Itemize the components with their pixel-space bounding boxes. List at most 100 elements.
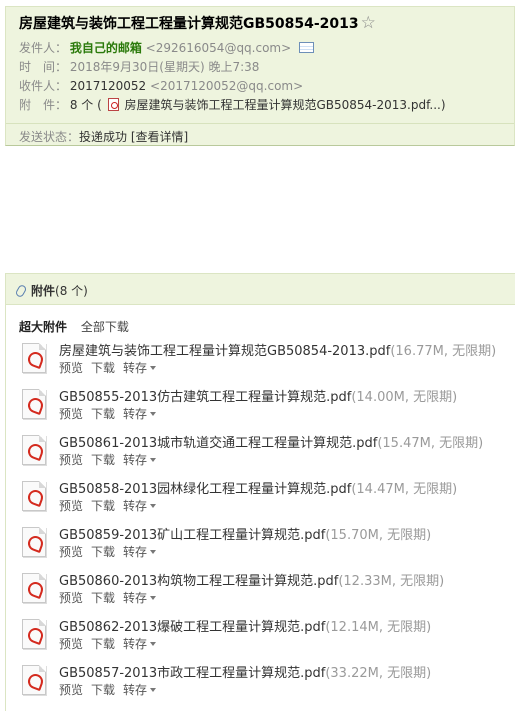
- caret-down-icon: [150, 458, 157, 462]
- attachment-label: 附 件：: [19, 98, 68, 112]
- attachment-actions: 预览 下载 转存: [59, 497, 164, 514]
- pdf-file-icon[interactable]: [22, 343, 46, 373]
- save-to-dropdown[interactable]: 转存: [123, 591, 157, 605]
- attachment-item: GB50861-2013城市轨道交通工程工程量计算规范.pdf(15.47M, …: [19, 432, 514, 476]
- preview-link[interactable]: 预览: [59, 407, 83, 421]
- download-all-link[interactable]: 全部下载: [81, 320, 129, 334]
- attachment-actions: 预览 下载 转存: [59, 405, 164, 422]
- mail-header: 房屋建筑与装饰工程工程量计算规范GB50854-2013 ☆ 发件人： 我自己的邮…: [5, 6, 515, 146]
- contact-card-icon[interactable]: [299, 42, 314, 53]
- pdf-file-icon[interactable]: [22, 619, 46, 649]
- attachment-item: GB50862-2013爆破工程工程量计算规范.pdf(12.14M, 无限期)…: [19, 616, 514, 660]
- save-to-dropdown[interactable]: 转存: [123, 361, 157, 375]
- attachment-name-line: GB50855-2013仿古建筑工程工程量计算规范.pdf(14.00M, 无限…: [59, 386, 457, 405]
- preview-link[interactable]: 预览: [59, 453, 83, 467]
- attachment-actions: 预览 下载 转存: [59, 589, 164, 606]
- attachment-filename[interactable]: GB50861-2013城市轨道交通工程工程量计算规范.pdf: [59, 436, 377, 451]
- attachments-header: 附件(8 个): [6, 274, 515, 305]
- attachment-actions: 预览 下载 转存: [59, 635, 164, 652]
- sender-row: 发件人： 我自己的邮箱 <292616054@qq.com>: [19, 39, 314, 56]
- preview-link[interactable]: 预览: [59, 361, 83, 375]
- recipient-name[interactable]: 2017120052: [70, 79, 146, 93]
- caret-down-icon: [150, 412, 157, 416]
- download-link[interactable]: 下载: [91, 407, 115, 421]
- preview-link[interactable]: 预览: [59, 683, 83, 697]
- save-to-label: 转存: [123, 407, 148, 421]
- caret-down-icon: [150, 550, 157, 554]
- paperclip-icon: [14, 283, 28, 299]
- download-link[interactable]: 下载: [91, 545, 115, 559]
- attachment-item: GB50860-2013构筑物工程工程量计算规范.pdf(12.33M, 无限期…: [19, 570, 514, 614]
- attachment-filename[interactable]: 房屋建筑与装饰工程工程量计算规范GB50854-2013.pdf: [59, 344, 390, 359]
- save-to-dropdown[interactable]: 转存: [123, 453, 157, 467]
- attachment-name-line: GB50861-2013城市轨道交通工程工程量计算规范.pdf(15.47M, …: [59, 432, 483, 451]
- pdf-file-icon[interactable]: [22, 435, 46, 465]
- save-to-label: 转存: [123, 545, 148, 559]
- attachment-name-line: 房屋建筑与装饰工程工程量计算规范GB50854-2013.pdf(16.77M,…: [59, 340, 496, 359]
- attachment-filename[interactable]: GB50862-2013爆破工程工程量计算规范.pdf: [59, 620, 325, 635]
- pdf-file-icon[interactable]: [22, 389, 46, 419]
- download-link[interactable]: 下载: [91, 637, 115, 651]
- caret-down-icon: [150, 366, 157, 370]
- pdf-file-icon[interactable]: [22, 527, 46, 557]
- attachment-count: 8 个: [69, 98, 94, 112]
- pdf-icon: [107, 98, 119, 111]
- status-value: 投递成功: [79, 130, 128, 144]
- attachment-name-line: GB50858-2013园林绿化工程工程量计算规范.pdf(14.47M, 无限…: [59, 478, 457, 497]
- save-to-dropdown[interactable]: 转存: [123, 407, 157, 421]
- subject-text: 房屋建筑与装饰工程工程量计算规范GB50854-2013: [19, 16, 359, 32]
- attachment-first-link[interactable]: 房屋建筑与装饰工程工程量计算规范GB50854-2013.pdf...): [124, 98, 445, 112]
- attachment-size-expiry: (14.00M, 无限期): [351, 390, 458, 405]
- attachment-filename[interactable]: GB50857-2013市政工程工程量计算规范.pdf: [59, 666, 325, 681]
- attachment-actions: 预览 下载 转存: [59, 451, 164, 468]
- download-link[interactable]: 下载: [91, 683, 115, 697]
- save-to-dropdown[interactable]: 转存: [123, 545, 157, 559]
- download-link[interactable]: 下载: [91, 361, 115, 375]
- sender-address: <292616054@qq.com>: [145, 41, 292, 55]
- status-label: 发送状态：: [19, 130, 80, 144]
- attachment-row: 附 件： 8 个 ( 房屋建筑与装饰工程工程量计算规范GB50854-2013.…: [19, 96, 446, 113]
- attachment-item: GB50855-2013仿古建筑工程工程量计算规范.pdf(14.00M, 无限…: [19, 386, 514, 430]
- time-row: 时 间： 2018年9月30日(星期天) 晚上7:38: [19, 58, 259, 75]
- attachment-actions: 预览 下载 转存: [59, 543, 164, 560]
- attachment-filename[interactable]: GB50858-2013园林绿化工程工程量计算规范.pdf: [59, 482, 351, 497]
- caret-down-icon: [150, 596, 157, 600]
- pdf-file-icon[interactable]: [22, 665, 46, 695]
- attachment-name-line: GB50859-2013矿山工程工程量计算规范.pdf(15.70M, 无限期): [59, 524, 431, 543]
- preview-link[interactable]: 预览: [59, 499, 83, 513]
- attachment-size-expiry: (16.77M, 无限期): [390, 344, 497, 359]
- attachment-actions: 预览 下载 转存: [59, 359, 164, 376]
- preview-link[interactable]: 预览: [59, 545, 83, 559]
- attachment-open-paren: (: [97, 98, 102, 112]
- caret-down-icon: [150, 642, 157, 646]
- save-to-dropdown[interactable]: 转存: [123, 499, 157, 513]
- time-value: 2018年9月30日(星期天) 晚上7:38: [69, 60, 260, 74]
- delivery-status-bar: 发送状态：投递成功 [查看详情]: [6, 123, 514, 146]
- attachment-filename[interactable]: GB50860-2013构筑物工程工程量计算规范.pdf: [59, 574, 338, 589]
- download-link[interactable]: 下载: [91, 499, 115, 513]
- download-link[interactable]: 下载: [91, 453, 115, 467]
- attachments-panel: 附件(8 个) 超大附件 全部下载 房屋建筑与装饰工程工程量计算规范GB5085…: [5, 273, 515, 711]
- star-icon[interactable]: ☆: [361, 13, 376, 33]
- super-attachments-header: 超大附件 全部下载: [19, 318, 129, 335]
- mail-subject: 房屋建筑与装饰工程工程量计算规范GB50854-2013 ☆: [19, 13, 376, 33]
- preview-link[interactable]: 预览: [59, 591, 83, 605]
- attachment-filename[interactable]: GB50855-2013仿古建筑工程工程量计算规范.pdf: [59, 390, 351, 405]
- attachment-filename[interactable]: GB50859-2013矿山工程工程量计算规范.pdf: [59, 528, 325, 543]
- preview-link[interactable]: 预览: [59, 637, 83, 651]
- download-link[interactable]: 下载: [91, 591, 115, 605]
- save-to-dropdown[interactable]: 转存: [123, 637, 157, 651]
- view-details-link[interactable]: [查看详情]: [131, 130, 188, 144]
- attachment-size-expiry: (12.14M, 无限期): [325, 620, 432, 635]
- pdf-file-icon[interactable]: [22, 573, 46, 603]
- save-to-label: 转存: [123, 683, 148, 697]
- pdf-file-icon[interactable]: [22, 481, 46, 511]
- recipient-label: 收件人：: [19, 79, 68, 93]
- attachment-actions: 预览 下载 转存: [59, 681, 164, 698]
- caret-down-icon: [150, 504, 157, 508]
- save-to-dropdown[interactable]: 转存: [123, 683, 157, 697]
- sender-name-link[interactable]: 我自己的邮箱: [70, 41, 142, 55]
- attachment-size-expiry: (33.22M, 无限期): [325, 666, 432, 681]
- attachment-size-expiry: (12.33M, 无限期): [338, 574, 445, 589]
- attachment-name-line: GB50860-2013构筑物工程工程量计算规范.pdf(12.33M, 无限期…: [59, 570, 444, 589]
